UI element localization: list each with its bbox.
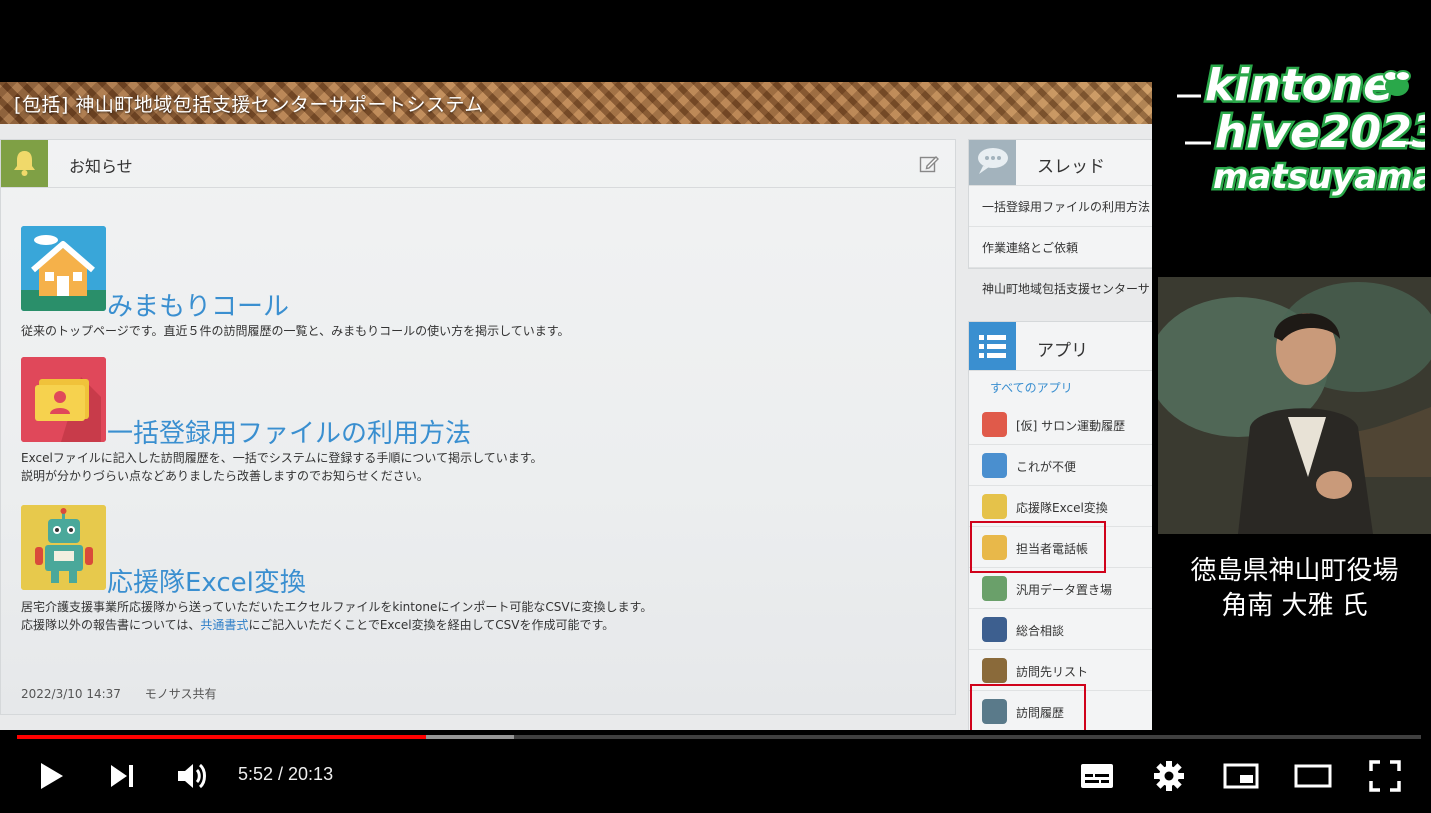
all-apps-link[interactable]: すべてのアプリ: [990, 379, 1073, 396]
speaker-organization: 徳島県神山町役場: [1190, 556, 1399, 586]
theater-icon: [1294, 764, 1332, 788]
thread-title: スレッド: [1037, 157, 1105, 177]
progress-bar[interactable]: [17, 735, 1421, 739]
video-frame[interactable]: [包括] 神山町地域包括支援センターサポートシステム お知らせ みまもりコール …: [0, 0, 1431, 813]
app-item[interactable]: 総合相談: [969, 609, 1152, 650]
progress-played: [17, 735, 426, 739]
app-item-label: 汎用データ置き場: [1016, 583, 1113, 597]
house-icon: [21, 226, 106, 311]
play-button[interactable]: [31, 758, 71, 794]
folder-user-icon: [21, 357, 106, 442]
volume-icon: [178, 763, 206, 789]
thread-item-label: 神山町地域包括支援センターサ: [982, 282, 1150, 296]
notice-title: お知らせ: [69, 157, 133, 176]
notice-item-desc-line2: 応援隊以外の報告書については、共通書式にご記入いただくことでExcel変換を経由…: [21, 616, 614, 634]
thread-item-label: 作業連絡とご依頼: [982, 241, 1079, 255]
svg-text:kintone: kintone: [1205, 60, 1393, 111]
miniplayer-button[interactable]: [1221, 758, 1261, 794]
subtitles-icon: [1081, 764, 1113, 788]
app-item-label: 総合相談: [1016, 624, 1065, 638]
speaker-name: 角南 大雅 氏: [1221, 591, 1368, 621]
subtitles-button[interactable]: [1077, 758, 1117, 794]
app-list-icon: [969, 322, 1016, 370]
edit-icon[interactable]: [919, 154, 939, 178]
notice-item-desc-line1: 居宅介護支援事業所応援隊から送っていただいたエクセルファイルをkintoneにイ…: [21, 600, 653, 614]
lock-icon: [982, 617, 1007, 642]
desc-text: にご記入いただくことでExcel変換を経由してCSVを作成可能です。: [248, 618, 615, 632]
svg-text:hive2023: hive2023: [1215, 107, 1425, 158]
notice-item-title[interactable]: 応援隊Excel変換: [107, 562, 306, 599]
thread-item-label: 一括登録用ファイルの利用方法: [982, 200, 1151, 214]
notice-meta: 2022/3/10 14:37 モノサス共有: [21, 685, 237, 702]
portal-title: [包括] 神山町地域包括支援センターサポートシステム: [14, 94, 484, 116]
bag-icon: [982, 658, 1007, 683]
notice-author[interactable]: モノサス共有: [145, 687, 217, 701]
app-item-label: 応援隊Excel変換: [1016, 501, 1108, 515]
app-icon: [982, 412, 1007, 437]
apps-header: アプリ: [969, 322, 1152, 371]
notice-item-desc: 従来のトップページです。直近５件の訪問履歴の一覧と、みまもりコールの使い方を掲示…: [21, 324, 570, 338]
speaker-video: [1158, 277, 1431, 534]
miniplayer-icon: [1223, 763, 1259, 789]
time-display: 5:52 / 20:13: [238, 764, 334, 784]
binder-icon: [982, 576, 1007, 601]
notice-header: お知らせ: [1, 140, 955, 188]
settings-button[interactable]: [1149, 758, 1189, 794]
notice-item-desc-line1: Excelファイルに記入した訪問履歴を、一括でシステムに登録する手順について掲示…: [21, 451, 543, 465]
svg-text:matsuyama: matsuyama: [1213, 157, 1425, 197]
app-item[interactable]: これが不便: [969, 445, 1152, 486]
app-item-label: 訪問先リスト: [1016, 665, 1089, 679]
next-button[interactable]: [102, 758, 142, 794]
notice-date: 2022/3/10 14:37: [21, 687, 121, 701]
notice-item-title[interactable]: 一括登録用ファイルの利用方法: [107, 413, 471, 450]
app-item[interactable]: 汎用データ置き場: [969, 568, 1152, 609]
notice-item-title[interactable]: みまもりコール: [107, 286, 289, 323]
theater-mode-button[interactable]: [1293, 758, 1333, 794]
common-format-link[interactable]: 共通書式: [200, 618, 248, 632]
thread-item[interactable]: 作業連絡とご依頼: [969, 227, 1152, 268]
fullscreen-button[interactable]: [1365, 758, 1405, 794]
highlight-box: [970, 521, 1106, 573]
robot-icon: [21, 505, 106, 590]
portal-title-bar: [包括] 神山町地域包括支援センターサポートシステム: [0, 82, 1152, 124]
thread-item[interactable]: 一括登録用ファイルの利用方法: [969, 186, 1152, 227]
app-item[interactable]: [仮] サロン運動履歴: [969, 404, 1152, 445]
thread-item[interactable]: 神山町地域包括支援センターサ: [969, 268, 1152, 308]
thread-icon: [969, 140, 1016, 185]
apps-title: アプリ: [1037, 341, 1088, 361]
next-icon: [111, 765, 133, 787]
event-logo: kintone hive2023 matsuyama: [1175, 50, 1431, 200]
volume-button[interactable]: [172, 758, 212, 794]
player-controls: 5:52 / 20:13: [0, 730, 1431, 813]
settings-icon: [1154, 761, 1184, 791]
app-item-label: これが不便: [1016, 460, 1077, 474]
notice-item-desc-line2: 説明が分かりづらい点などありましたら改善しますのでお知らせください。: [21, 469, 429, 483]
kintone-screen: [包括] 神山町地域包括支援センターサポートシステム お知らせ みまもりコール …: [0, 82, 1152, 730]
notice-panel: お知らせ みまもりコール 従来のトップページです。直近５件の訪問履歴の一覧と、み…: [0, 139, 956, 715]
thread-panel: スレッド 一括登録用ファイルの利用方法 作業連絡とご依頼 神山町地域包括支援セン…: [968, 139, 1152, 296]
bell-icon: [1, 140, 48, 187]
list-icon: [982, 453, 1007, 478]
app-item-label: [仮] サロン運動履歴: [1016, 419, 1126, 433]
fullscreen-icon: [1369, 760, 1401, 792]
thread-header: スレッド: [969, 140, 1152, 186]
play-icon: [41, 763, 63, 789]
robot-icon: [982, 494, 1007, 519]
highlight-box: [970, 684, 1086, 730]
desc-text: 応援隊以外の報告書については、: [21, 618, 201, 632]
